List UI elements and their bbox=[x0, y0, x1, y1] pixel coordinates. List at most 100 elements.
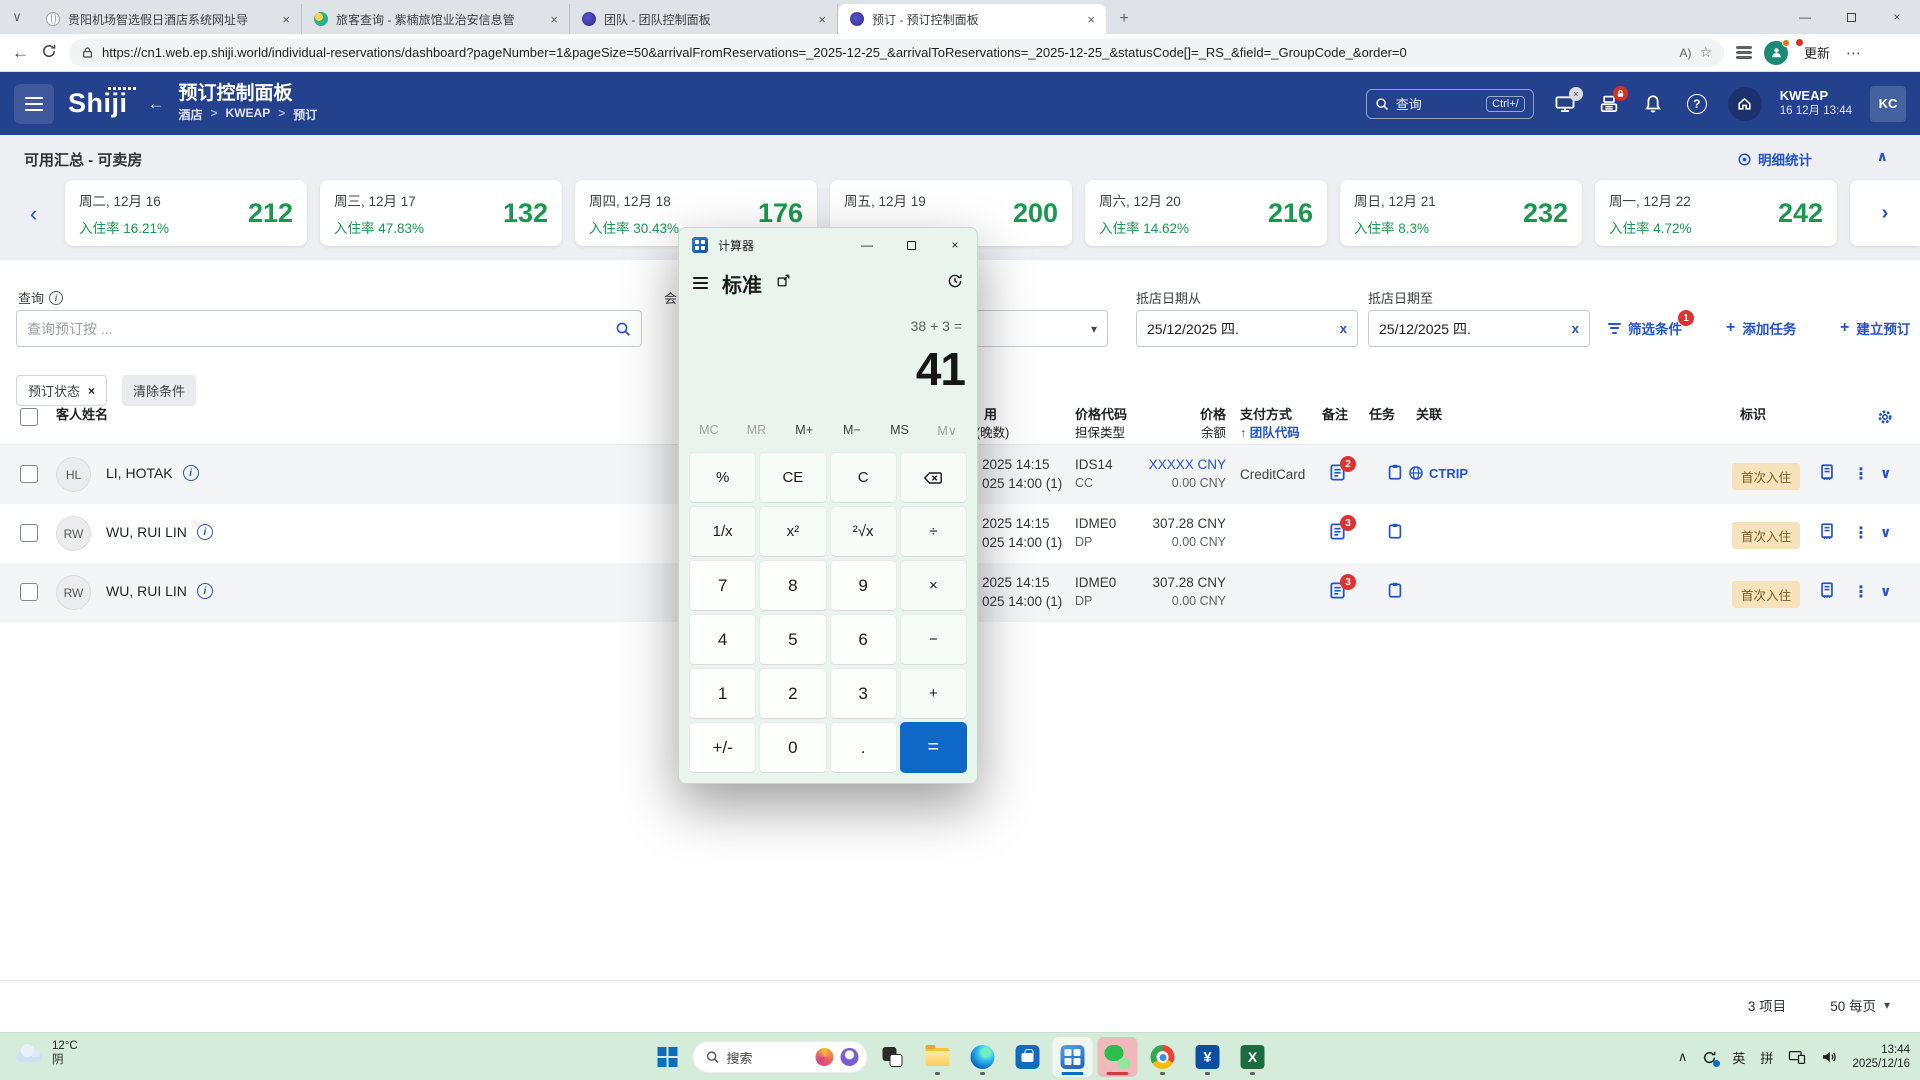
browser-update-button[interactable]: 更新 bbox=[1800, 41, 1834, 64]
select-all-checkbox[interactable] bbox=[20, 408, 38, 426]
row-expand-chevron-icon[interactable]: ∨ bbox=[1880, 465, 1891, 482]
task-clipboard-icon[interactable] bbox=[1386, 581, 1404, 604]
calc-key-x[interactable]: ²√x bbox=[830, 506, 897, 557]
calc-key-C[interactable]: C bbox=[830, 452, 897, 503]
notes-icon[interactable]: 3 bbox=[1328, 522, 1347, 546]
row-menu-icon[interactable]: ⋮ bbox=[1853, 464, 1869, 484]
guest-name[interactable]: WU, RUI LIN bbox=[106, 583, 187, 599]
address-bar[interactable]: https://cn1.web.ep.shiji.world/individua… bbox=[69, 39, 1724, 67]
url-text[interactable]: https://cn1.web.ep.shiji.world/individua… bbox=[102, 45, 1671, 60]
guest-info-icon[interactable]: i bbox=[197, 583, 213, 599]
row-checkbox[interactable] bbox=[20, 524, 38, 542]
collections-icon[interactable] bbox=[1736, 46, 1752, 60]
calculator-titlebar[interactable]: 计算器 — × bbox=[679, 228, 977, 262]
tray-ime-english[interactable]: 英 bbox=[1732, 1048, 1745, 1067]
calc-memory-m+[interactable]: M+ bbox=[780, 423, 828, 437]
arrival-from-input[interactable]: 25/12/2025 四.x bbox=[1136, 310, 1358, 347]
tray-clock[interactable]: 13:442025/12/16 bbox=[1852, 1043, 1910, 1072]
availability-card[interactable]: 周一, 12月 22入住率 4.72%242 bbox=[1595, 180, 1837, 246]
calc-key-1x[interactable]: 1/x bbox=[689, 506, 756, 557]
calc-key-[interactable]: = bbox=[900, 722, 967, 773]
guest-name[interactable]: WU, RUI LIN bbox=[106, 524, 187, 540]
calc-memory-m−[interactable]: M− bbox=[828, 423, 876, 437]
tray-sync-icon[interactable] bbox=[1702, 1050, 1717, 1065]
browser-profile-avatar[interactable] bbox=[1764, 41, 1788, 65]
calc-key-9[interactable]: 9 bbox=[830, 560, 897, 611]
taskbar-app-calculator[interactable] bbox=[1053, 1037, 1093, 1077]
arrival-to-clear-icon[interactable]: x bbox=[1572, 321, 1579, 336]
tab-search-chevron-icon[interactable]: ∨ bbox=[0, 0, 34, 34]
calc-key-CE[interactable]: CE bbox=[759, 452, 826, 503]
browser-tab[interactable]: 团队 - 团队控制面板× bbox=[570, 4, 838, 34]
row-checkbox[interactable] bbox=[20, 465, 38, 483]
calc-key-[interactable] bbox=[900, 452, 967, 503]
calc-key-[interactable]: . bbox=[830, 722, 897, 773]
calc-history-button[interactable] bbox=[947, 273, 963, 294]
add-task-button[interactable]: +添加任务 bbox=[1726, 318, 1796, 338]
filter-conditions-button[interactable]: 筛选条件 1 bbox=[1608, 318, 1682, 338]
browser-tab[interactable]: 贵阳机场智选假日酒店系统网址导× bbox=[34, 4, 302, 34]
table-settings-gear-icon[interactable] bbox=[1876, 408, 1894, 431]
workstation-status-button[interactable]: × bbox=[1552, 91, 1578, 117]
notifications-bell-button[interactable] bbox=[1640, 91, 1666, 117]
help-button[interactable]: ? bbox=[1684, 91, 1710, 117]
calc-key-2[interactable]: 2 bbox=[759, 668, 826, 719]
registration-card-icon[interactable] bbox=[1818, 581, 1836, 604]
row-menu-icon[interactable]: ⋮ bbox=[1853, 582, 1869, 602]
calc-close-button[interactable]: × bbox=[933, 228, 977, 262]
availability-card[interactable]: 周日, 12月 21入住率 8.3%232 bbox=[1340, 180, 1582, 246]
availability-card-partial[interactable]: › bbox=[1850, 180, 1920, 246]
detail-statistics-link[interactable]: 明细统计 bbox=[1737, 149, 1812, 169]
calc-key-[interactable]: ÷ bbox=[900, 506, 967, 557]
tray-speaker-icon[interactable] bbox=[1821, 1049, 1837, 1065]
availability-card[interactable]: 周三, 12月 17入住率 47.83%132 bbox=[320, 180, 562, 246]
read-aloud-icon[interactable]: A) bbox=[1679, 46, 1691, 60]
cards-prev-arrow[interactable]: ‹ bbox=[30, 201, 37, 227]
taskbar-search-box[interactable]: 搜索 bbox=[693, 1041, 868, 1073]
summary-collapse-chevron[interactable]: ∧ bbox=[1877, 148, 1888, 165]
taskbar-app-excel[interactable]: X bbox=[1233, 1037, 1273, 1077]
taskbar-app-start[interactable] bbox=[648, 1037, 688, 1077]
col-rate-code[interactable]: 价格代码 bbox=[1075, 404, 1127, 423]
channel-link[interactable]: CTRIP bbox=[1408, 465, 1468, 481]
notes-icon[interactable]: 2 bbox=[1328, 463, 1347, 487]
window-minimize-button[interactable]: — bbox=[1782, 0, 1828, 34]
notes-icon[interactable]: 3 bbox=[1328, 581, 1347, 605]
calc-minimize-button[interactable]: — bbox=[845, 228, 889, 262]
browser-menu-icon[interactable]: ⋯ bbox=[1846, 44, 1862, 62]
tray-ime-pinyin[interactable]: 拼 bbox=[1760, 1048, 1773, 1067]
calc-maximize-button[interactable] bbox=[889, 228, 933, 262]
task-clipboard-icon[interactable] bbox=[1386, 522, 1404, 545]
calc-key-4[interactable]: 4 bbox=[689, 614, 756, 665]
hamburger-menu-button[interactable] bbox=[14, 84, 54, 124]
col-group-code-sort[interactable]: ↑ 团队代码 bbox=[1240, 422, 1300, 441]
reservation-search-input[interactable]: 查询预订按 ... bbox=[16, 310, 642, 347]
calc-key-5[interactable]: 5 bbox=[759, 614, 826, 665]
row-checkbox[interactable] bbox=[20, 583, 38, 601]
taskbar-app-explorer[interactable] bbox=[918, 1037, 958, 1077]
tab-close-icon[interactable]: × bbox=[279, 12, 293, 27]
breadcrumb-item[interactable]: 酒店 bbox=[179, 106, 203, 123]
new-tab-button[interactable]: + bbox=[1110, 5, 1138, 33]
taskbar-app-chrome[interactable] bbox=[1143, 1037, 1183, 1077]
taskbar-weather-widget[interactable]: 12°C阴 bbox=[14, 1039, 78, 1068]
calc-memory-ms[interactable]: MS bbox=[876, 423, 924, 437]
calc-key-3[interactable]: 3 bbox=[830, 668, 897, 719]
calc-keep-on-top-button[interactable] bbox=[776, 273, 791, 293]
browser-tab[interactable]: 旅客查询 - 紫楠旅馆业治安信息管× bbox=[302, 4, 570, 34]
row-expand-chevron-icon[interactable]: ∨ bbox=[1880, 524, 1891, 541]
registration-card-icon[interactable] bbox=[1818, 522, 1836, 545]
task-clipboard-icon[interactable] bbox=[1386, 463, 1404, 486]
user-avatar[interactable]: KC bbox=[1870, 86, 1906, 122]
page-size-select[interactable]: 50 每页▾ bbox=[1830, 995, 1890, 1015]
favorite-star-icon[interactable]: ☆ bbox=[1699, 44, 1712, 61]
taskbar-app-edge[interactable] bbox=[963, 1037, 1003, 1077]
cashier-lock-button[interactable] bbox=[1596, 91, 1622, 117]
calc-key-0[interactable]: 0 bbox=[759, 722, 826, 773]
window-close-button[interactable]: × bbox=[1874, 0, 1920, 34]
refresh-button[interactable] bbox=[41, 43, 57, 62]
tray-cast-icon[interactable] bbox=[1788, 1049, 1806, 1065]
cards-next-arrow[interactable]: › bbox=[1882, 202, 1889, 225]
back-button[interactable]: ← bbox=[12, 44, 29, 61]
breadcrumb-item[interactable]: 预订 bbox=[293, 106, 317, 123]
